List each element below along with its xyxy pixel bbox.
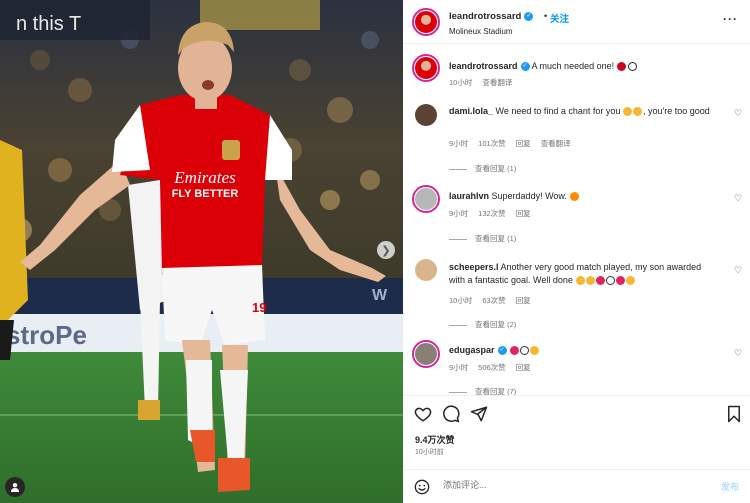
- view-replies-button[interactable]: 查看回复 (1): [449, 233, 516, 244]
- share-paper-plane-icon[interactable]: [470, 405, 488, 423]
- comment-likes[interactable]: 101次赞: [478, 139, 506, 148]
- soccer-ball-emoji-icon: [519, 346, 529, 356]
- commenter-avatar[interactable]: [412, 185, 440, 213]
- red-heart-emoji-icon: [615, 276, 625, 286]
- reply-button[interactable]: 回复: [516, 363, 531, 372]
- instagram-post-modal: n this T stroPe W Emirates FLY BETTER 19…: [0, 0, 750, 503]
- post-header: leandrotrossard ✓ • 关注 Molineux Stadium ·…: [403, 0, 750, 44]
- emoji-picker-icon[interactable]: [414, 479, 430, 495]
- post-comment-button[interactable]: 发布: [721, 480, 739, 493]
- player-celebration-image: n this T stroPe W Emirates FLY BETTER 19: [0, 0, 403, 503]
- like-heart-icon[interactable]: [414, 405, 432, 423]
- svg-text:FLY BETTER: FLY BETTER: [172, 188, 239, 200]
- comment-bubble-icon[interactable]: [442, 405, 460, 423]
- comment-item: laurahlvn Superdaddy! Wow. 9小时 132次赞 回复 ♡ …: [403, 185, 750, 255]
- heart-eyes-emoji-icon: [623, 107, 633, 117]
- author-username[interactable]: leandrotrossard ✓: [449, 11, 534, 22]
- verified-badge-icon: ✓: [497, 346, 507, 356]
- caption-text: leandrotrossard ✓ A much needed one!: [449, 60, 719, 73]
- verified-badge-icon: ✓: [524, 11, 534, 21]
- location-link[interactable]: Molineux Stadium: [449, 27, 513, 36]
- raised-hands-emoji-icon: [585, 276, 595, 286]
- view-replies-button[interactable]: 查看回复 (1): [449, 163, 516, 174]
- caption-item: leandrotrossard ✓ A much needed one! 10小时…: [403, 45, 750, 90]
- comments-list[interactable]: leandrotrossard ✓ A much needed one! 10小时…: [403, 45, 750, 395]
- verified-badge-icon: ✓: [520, 62, 530, 72]
- comment-likes[interactable]: 506次赞: [478, 363, 506, 372]
- comment-likes[interactable]: 132次赞: [478, 209, 506, 218]
- commenter-avatar[interactable]: [415, 259, 437, 281]
- comment-text: edugaspar ✓: [449, 344, 719, 357]
- like-comment-heart-icon[interactable]: ♡: [734, 193, 742, 204]
- next-photo-button[interactable]: ❯: [377, 241, 395, 259]
- see-translation-link[interactable]: 查看翻译: [482, 78, 512, 87]
- tagged-users-button[interactable]: [5, 477, 25, 497]
- comment-item: scheepers.l Another very good match play…: [403, 257, 750, 337]
- clapping-hands-emoji-icon: [529, 346, 539, 356]
- post-photo[interactable]: n this T stroPe W Emirates FLY BETTER 19…: [0, 0, 403, 503]
- comment-text: dami.lola_ We need to find a chant for y…: [449, 106, 710, 117]
- svg-text:Emirates: Emirates: [173, 168, 236, 187]
- like-comment-heart-icon[interactable]: ♡: [734, 348, 742, 359]
- raised-hands-emoji-icon: [625, 276, 635, 286]
- like-comment-heart-icon[interactable]: ♡: [734, 108, 742, 119]
- comment-likes[interactable]: 63次赞: [482, 296, 505, 305]
- likes-count[interactable]: 9.4万次赞: [415, 433, 455, 446]
- chevron-right-icon: ❯: [381, 244, 391, 257]
- comment-item: dami.lola_ We need to find a chant for y…: [403, 100, 750, 180]
- svg-text:stroPe: stroPe: [6, 320, 87, 350]
- comment-meta: 10小时 63次赞 回复: [449, 296, 531, 305]
- muscle-emoji-icon: [575, 276, 585, 286]
- author-avatar[interactable]: [412, 8, 440, 36]
- reply-button[interactable]: 回复: [516, 209, 531, 218]
- caption-meta: 10小时 查看翻译: [449, 78, 513, 87]
- comment-item: edugaspar ✓ 9小时 506次赞 回复 ♡ 查看回复 (7): [403, 340, 750, 395]
- see-translation-link[interactable]: 查看翻译: [541, 139, 571, 148]
- reply-button[interactable]: 回复: [516, 296, 531, 305]
- view-replies-button[interactable]: 查看回复 (7): [449, 386, 516, 395]
- soccer-ball-emoji-icon: [605, 276, 615, 286]
- like-comment-heart-icon[interactable]: ♡: [734, 265, 742, 276]
- add-comment-bar: 发布: [403, 469, 750, 503]
- view-replies-button[interactable]: 查看回复 (2): [449, 319, 516, 330]
- svg-text:19: 19: [252, 300, 266, 315]
- comment-input[interactable]: [443, 480, 693, 490]
- heart-eyes-emoji-icon: [633, 107, 643, 117]
- commenter-avatar[interactable]: [415, 104, 437, 126]
- svg-text:W: W: [372, 287, 388, 304]
- white-circle-emoji-icon: [628, 62, 638, 72]
- red-circle-emoji-icon: [616, 62, 626, 72]
- comment-meta: 9小时 101次赞 回复 查看翻译: [449, 139, 571, 148]
- separator-dot: •: [544, 11, 548, 21]
- save-bookmark-icon[interactable]: [725, 405, 743, 423]
- author-avatar[interactable]: [412, 54, 440, 82]
- fire-emoji-icon: [569, 192, 579, 202]
- person-icon: [11, 483, 19, 492]
- post-timestamp: 10小时前: [415, 449, 444, 456]
- reply-button[interactable]: 回复: [516, 139, 531, 148]
- red-heart-emoji-icon: [595, 276, 605, 286]
- post-side-panel: leandrotrossard ✓ • 关注 Molineux Stadium ·…: [403, 0, 750, 503]
- svg-text:n this T: n this T: [16, 13, 81, 35]
- comment-meta: 9小时 132次赞 回复: [449, 209, 531, 218]
- comment-text: laurahlvn Superdaddy! Wow.: [449, 190, 719, 203]
- target-emoji-icon: [509, 346, 519, 356]
- commenter-avatar[interactable]: [412, 340, 440, 368]
- more-options-icon[interactable]: ···: [723, 12, 738, 26]
- follow-button[interactable]: 关注: [550, 11, 569, 25]
- comment-text: scheepers.l Another very good match play…: [449, 262, 702, 286]
- comment-meta: 9小时 506次赞 回复: [449, 363, 531, 372]
